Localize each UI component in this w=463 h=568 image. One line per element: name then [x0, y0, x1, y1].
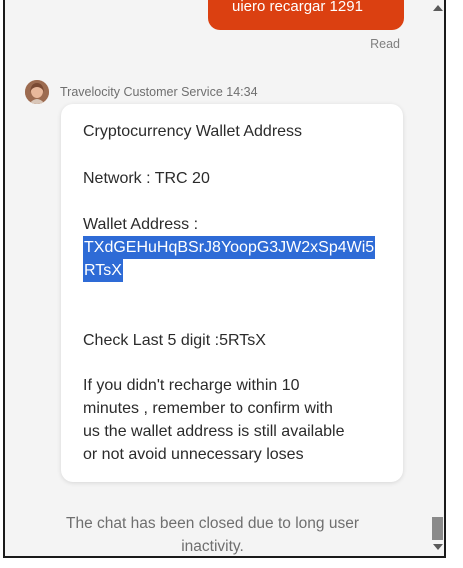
wallet-address-line1[interactable]: TXdGEHuHqBSrJ8YoopG3JW2xSp4Wi5	[83, 236, 376, 259]
wallet-address-line2[interactable]: RTsX	[83, 259, 123, 282]
notice-line-4: or not avoid unnecessary loses	[83, 446, 304, 463]
chat-closed-line-1: The chat has been closed due to long use…	[66, 515, 359, 532]
vertical-scrollbar[interactable]	[430, 0, 444, 556]
agent-message-card: Cryptocurrency Wallet Address Network : …	[61, 104, 403, 482]
read-status: Read	[370, 37, 400, 51]
user-message-text: uiero recargar 1291	[232, 0, 363, 15]
chat-closed-notice: The chat has been closed due to long use…	[5, 512, 420, 556]
notice-line-3: us the wallet address is still available	[83, 423, 345, 440]
agent-avatar	[25, 80, 49, 104]
notice-line-2: minutes , remember to confirm with	[83, 400, 333, 417]
notice-line-1: If you didn't recharge within 10	[83, 377, 300, 394]
scroll-up-arrow-icon[interactable]	[433, 5, 443, 11]
user-message-bubble: uiero recargar 1291	[208, 0, 404, 30]
scroll-down-arrow-icon[interactable]	[433, 544, 443, 550]
chat-closed-line-2: inactivity.	[181, 538, 244, 555]
wallet-label: Wallet Address :	[83, 216, 199, 233]
network-line: Network : TRC 20	[83, 170, 210, 187]
chat-panel: uiero recargar 1291 Read Travelocity Cus…	[3, 0, 446, 558]
wallet-title: Cryptocurrency Wallet Address	[83, 123, 303, 140]
agent-sender-line: Travelocity Customer Service 14:34	[60, 85, 258, 99]
check-digits-line: Check Last 5 digit :5RTsX	[83, 332, 266, 349]
agent-avatar-icon	[25, 80, 49, 104]
scrollbar-thumb[interactable]	[432, 517, 443, 540]
